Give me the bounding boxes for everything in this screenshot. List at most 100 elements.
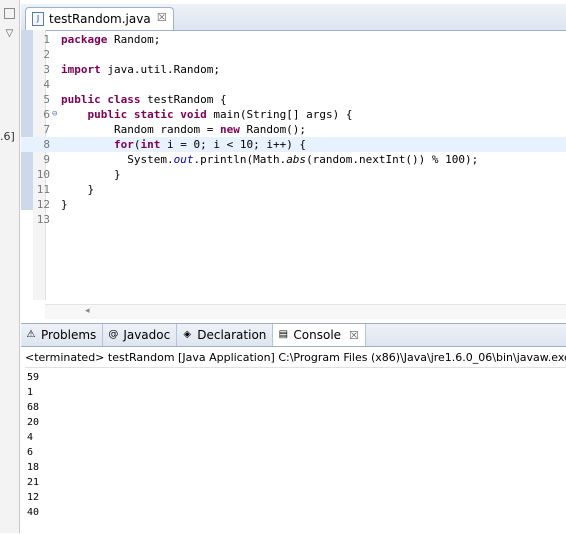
console-output-line: 68 — [27, 402, 40, 413]
line-number: 5 — [43, 93, 50, 106]
scroll-left-icon[interactable]: ◂ — [85, 306, 90, 316]
line-number: 1 — [43, 33, 50, 46]
editor-tab-bar: J testRandom.java ☒ — [21, 4, 566, 31]
code-line[interactable]: 5 public class testRandom { — [21, 92, 566, 107]
code-token: out — [173, 153, 194, 166]
code-text: public class testRandom { — [61, 92, 227, 107]
left-pane-strip: ▽ .6] — [0, 0, 20, 533]
keyword-token: int — [140, 138, 161, 151]
code-token: (random.nextInt()) % 100); — [306, 153, 479, 166]
code-text: import java.util.Random; — [61, 62, 220, 77]
keyword-token: import — [61, 63, 101, 76]
horizontal-scrollbar[interactable]: ◂ — [45, 304, 566, 319]
code-token: Random; — [107, 33, 161, 46]
code-line[interactable]: 6 public static void main(String[] args)… — [21, 107, 566, 122]
code-text: System.out.println(Math.abs(random.nextI… — [61, 152, 478, 167]
javadoc-icon: @ — [108, 329, 119, 340]
problems-icon: ⚠ — [26, 329, 36, 340]
code-line[interactable]: 4 — [21, 77, 566, 92]
console-output-line: 59 — [27, 372, 40, 383]
tab-console[interactable]: ▤ Console ☒ — [273, 324, 366, 346]
console-tab-bar: ⚠ Problems @ Javadoc ◈ Declaration ▤ Console ☒ — [21, 324, 566, 347]
line-number: 8 — [43, 138, 50, 151]
code-token: main(String[] args) { — [206, 108, 353, 121]
code-text: Random random = new Random(); — [61, 122, 306, 137]
keyword-token: void — [180, 108, 207, 121]
clipped-text: .6] — [0, 130, 15, 143]
console-output: 59 1 68 20 4 6 18 21 12 40 — [27, 370, 39, 520]
close-icon[interactable]: ☒ — [349, 329, 359, 342]
code-text: package Random; — [61, 32, 160, 47]
console-output-line: 6 — [27, 447, 34, 458]
code-token: .println(Math. — [193, 153, 287, 166]
keyword-token: for — [113, 138, 134, 151]
keyword-token: public — [61, 93, 101, 106]
console-output-line: 12 — [27, 492, 40, 503]
code-line[interactable]: 3 import java.util.Random; — [21, 62, 566, 77]
code-token: java.util.Random; — [100, 63, 220, 76]
console-output-line: 20 — [27, 417, 40, 428]
code-line[interactable]: 11 } — [21, 182, 566, 197]
tab-label: Javadoc — [123, 328, 171, 342]
java-file-icon: J — [32, 12, 44, 26]
keyword-token: package — [61, 33, 108, 46]
code-token: i = 0; i < 10; i++) { — [160, 138, 307, 151]
code-token: System. — [61, 153, 174, 166]
code-token: Random random = — [61, 123, 220, 136]
declaration-icon: ◈ — [183, 329, 192, 340]
code-text: } — [61, 167, 121, 182]
tab-declaration[interactable]: ◈ Declaration — [177, 324, 274, 346]
console-status: <terminated> testRandom [Java Applicatio… — [25, 349, 566, 368]
line-number: 6 — [33, 107, 57, 122]
editor-tab-testrandom[interactable]: J testRandom.java ☒ — [25, 7, 174, 30]
code-token: } — [61, 183, 95, 196]
code-token: Random(); — [239, 123, 307, 136]
tab-label: Problems — [41, 328, 97, 342]
code-token: testRandom { — [140, 93, 227, 106]
line-number: 12 — [36, 198, 50, 211]
code-line[interactable]: 1 package Random; — [21, 32, 566, 47]
console-output-line: 18 — [27, 462, 40, 473]
code-token: } — [61, 168, 121, 181]
tab-problems[interactable]: ⚠ Problems — [21, 324, 104, 346]
code-editor: J testRandom.java ☒ 1 package Random; 2 3 im… — [21, 4, 566, 322]
line-number: 13 — [36, 213, 50, 226]
code-token: } — [61, 198, 68, 211]
code-text: } — [61, 197, 68, 212]
code-token: abs — [286, 153, 307, 166]
code-area[interactable]: 1 package Random; 2 3 import java.util.Rando… — [21, 32, 566, 227]
minimize-icon[interactable]: ▽ — [4, 28, 15, 39]
line-number: 2 — [43, 48, 50, 61]
code-line[interactable]: 13 — [21, 212, 566, 227]
console-output-line: 4 — [27, 432, 34, 443]
code-line[interactable]: 9 System.out.println(Math.abs(random.nex… — [21, 152, 566, 167]
keyword-token: public — [87, 108, 128, 121]
code-line[interactable]: 8 for(int i = 0; i < 10; i++) { — [21, 137, 566, 152]
console-output-line: 40 — [27, 507, 40, 518]
maximize-icon[interactable] — [4, 8, 15, 19]
line-number: 11 — [36, 183, 50, 196]
code-line[interactable]: 10 } — [21, 167, 566, 182]
code-line[interactable]: 7 Random random = new Random(); — [21, 122, 566, 137]
line-number: 7 — [43, 123, 50, 136]
console-panel: ⚠ Problems @ Javadoc ◈ Declaration ▤ Console ☒ <… — [21, 323, 566, 534]
keyword-token: static — [133, 108, 174, 121]
code-line[interactable]: 12} — [21, 197, 566, 212]
console-icon: ▤ — [278, 329, 289, 340]
keyword-token: new — [219, 123, 240, 136]
close-icon[interactable]: ☒ — [157, 11, 167, 24]
line-number: 3 — [43, 63, 50, 76]
code-line[interactable]: 2 — [21, 47, 566, 62]
tab-label: Console — [293, 328, 342, 342]
tab-label: Declaration — [197, 328, 267, 342]
editor-tab-label: testRandom.java — [49, 12, 151, 26]
line-number: 10 — [36, 168, 50, 181]
keyword-token: class — [107, 93, 141, 106]
line-number: 4 — [43, 78, 50, 91]
code-text: public static void main(String[] args) { — [61, 107, 353, 122]
line-number: 9 — [43, 153, 50, 166]
tab-javadoc[interactable]: @ Javadoc — [103, 324, 178, 346]
code-text: for(int i = 0; i < 10; i++) { — [61, 137, 306, 152]
